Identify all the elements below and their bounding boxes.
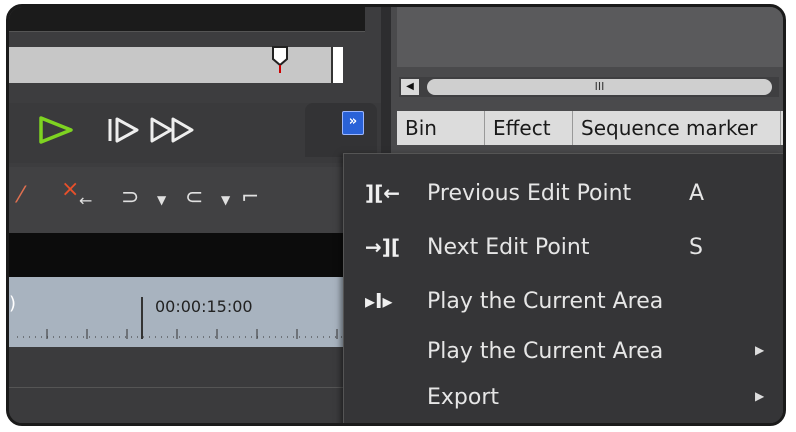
tab-effect[interactable]: Effect	[487, 111, 573, 145]
menu-item-next-edit-point[interactable]: →][ Next Edit Point S	[343, 221, 783, 275]
timecode-label: 00:00:15:00	[155, 297, 253, 316]
playhead-marker[interactable]	[271, 45, 289, 73]
bin-content-area	[397, 7, 783, 67]
redo-dropdown-icon[interactable]: ▼	[221, 193, 230, 207]
seek-bar[interactable]	[9, 47, 341, 83]
redo-icon[interactable]: ⊂	[185, 185, 203, 210]
tab-bin[interactable]: Bin	[399, 111, 485, 145]
left-arrow-icon: ←	[79, 191, 93, 210]
scroll-thumb[interactable]: III	[427, 79, 772, 95]
play-current-area-icon: ▸I▸	[365, 289, 393, 313]
menu-item-shortcut: A	[689, 181, 705, 206]
menu-item-shortcut: S	[689, 235, 703, 260]
ruler-ticks	[17, 329, 343, 339]
menu-item-previous-edit-point[interactable]: ][← Previous Edit Point A	[343, 167, 783, 221]
delete-icon[interactable]: ⁄	[19, 183, 23, 208]
ruler-edge: )	[9, 293, 17, 314]
menu-item-label: Play the Current Area	[427, 339, 664, 364]
undo-icon[interactable]: ⊃	[121, 185, 139, 210]
application-window: » ◀ III Bin Effect Sequence marker ⁄ × ←…	[6, 4, 786, 426]
menu-item-label: Next Edit Point	[427, 235, 590, 260]
step-forward-icon[interactable]	[107, 117, 141, 143]
panel-divider[interactable]	[381, 7, 391, 167]
menu-item-label: Play the Current Area	[427, 289, 664, 314]
seek-bar-end	[331, 47, 343, 83]
submenu-arrow-icon: ▶	[755, 389, 765, 403]
play-icon[interactable]	[37, 115, 77, 145]
undo-dropdown-icon[interactable]: ▼	[157, 193, 166, 207]
next-edit-point-icon: →][	[365, 235, 401, 259]
more-controls-button[interactable]: »	[342, 111, 364, 135]
scroll-left-button[interactable]: ◀	[401, 79, 419, 95]
trim-icon[interactable]: ⌐	[241, 185, 259, 210]
player-info-bar	[9, 7, 365, 32]
submenu-arrow-icon: ▶	[755, 343, 765, 357]
fast-forward-icon[interactable]	[149, 117, 199, 143]
previous-edit-point-icon: ][←	[365, 181, 401, 205]
player-controls-tab	[305, 103, 377, 157]
menu-item-label: Export	[427, 385, 500, 410]
menu-item-export[interactable]: Export ▶	[343, 371, 783, 423]
remove-icon[interactable]: ×	[61, 177, 79, 202]
tab-sequence-marker[interactable]: Sequence marker	[575, 111, 781, 145]
menu-item-play-current-area[interactable]: ▸I▸ Play the Current Area	[343, 275, 783, 329]
menu-item-label: Previous Edit Point	[427, 181, 632, 206]
